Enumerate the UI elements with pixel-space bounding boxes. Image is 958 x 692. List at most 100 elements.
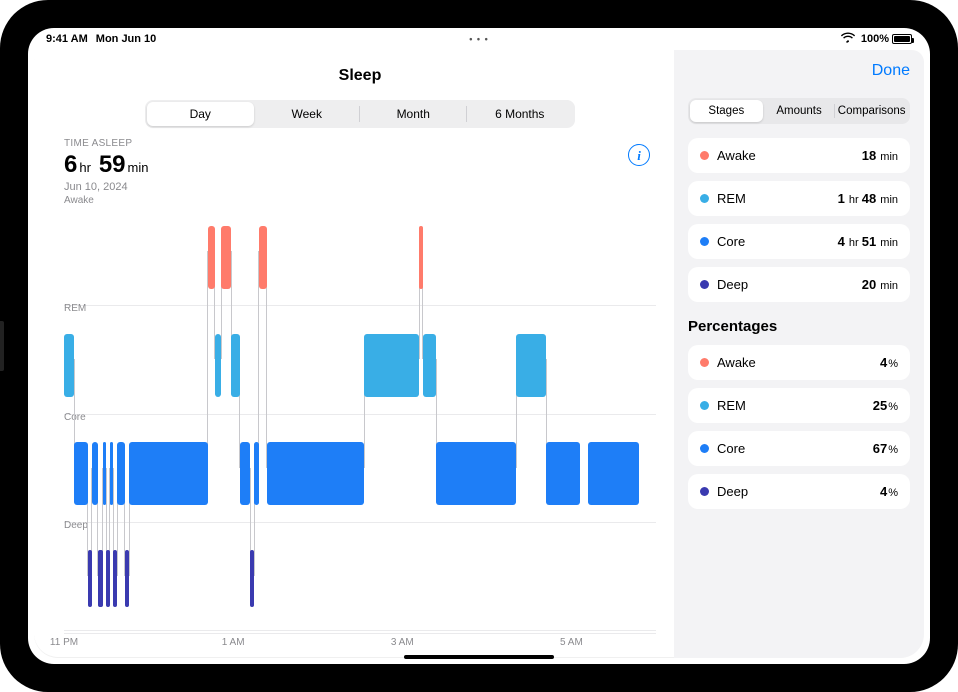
sleep-segment-awake[interactable] bbox=[221, 226, 231, 289]
stage-name: Deep bbox=[717, 484, 748, 499]
status-bar: 9:41 AM Mon Jun 10 • • • 100% bbox=[28, 28, 930, 50]
stage-row-deep[interactable]: Deep 4% bbox=[688, 474, 910, 509]
lane-label-awake: Awake bbox=[64, 195, 94, 206]
stage-row-rem[interactable]: REM 1 hr 48 min bbox=[688, 181, 910, 216]
stage-value: 20 min bbox=[862, 277, 898, 292]
device-side-button bbox=[0, 321, 4, 371]
sleep-segment-core[interactable] bbox=[110, 442, 113, 505]
sleep-segment-awake[interactable] bbox=[419, 226, 422, 289]
sidebar-tab-stages[interactable]: Stages bbox=[690, 100, 763, 122]
sleep-segment-core[interactable] bbox=[92, 442, 98, 505]
sleep-segment-core[interactable] bbox=[103, 442, 106, 505]
x-tick-label: 11 PM bbox=[50, 637, 78, 648]
home-indicator[interactable] bbox=[404, 655, 554, 659]
stage-color-dot bbox=[700, 151, 709, 160]
stage-value: 4 hr 51 min bbox=[838, 234, 898, 249]
summary-date: Jun 10, 2024 bbox=[64, 181, 656, 193]
page-title: Sleep bbox=[339, 67, 382, 85]
sleep-segment-rem[interactable] bbox=[215, 334, 222, 397]
sleep-segment-deep[interactable] bbox=[106, 550, 109, 607]
stage-color-dot bbox=[700, 401, 709, 410]
main-panel: Sleep DayWeekMonth6 Months TIME ASLEEP 6… bbox=[34, 50, 674, 658]
stage-row-rem[interactable]: REM 25% bbox=[688, 388, 910, 423]
stage-value: 18 min bbox=[862, 148, 898, 163]
stage-name: Awake bbox=[717, 355, 756, 370]
stage-row-awake[interactable]: Awake 18 min bbox=[688, 138, 910, 173]
stage-name: REM bbox=[717, 398, 746, 413]
sleep-segment-awake[interactable] bbox=[259, 226, 267, 289]
ipad-frame: 9:41 AM Mon Jun 10 • • • 100% Sleep bbox=[0, 0, 958, 692]
sleep-segment-deep[interactable] bbox=[250, 550, 254, 607]
stage-row-core[interactable]: Core 4 hr 51 min bbox=[688, 224, 910, 259]
summary-block: TIME ASLEEP 6hr 59min Jun 10, 2024 i bbox=[64, 138, 656, 193]
screen: 9:41 AM Mon Jun 10 • • • 100% Sleep bbox=[28, 28, 930, 664]
sleep-segment-core[interactable] bbox=[267, 442, 364, 505]
stage-row-core[interactable]: Core 67% bbox=[688, 431, 910, 466]
sleep-segment-deep[interactable] bbox=[113, 550, 117, 607]
stage-color-dot bbox=[700, 194, 709, 203]
sidebar-segmented[interactable]: StagesAmountsComparisons bbox=[688, 98, 910, 124]
stage-percent: 25% bbox=[873, 398, 898, 413]
stage-durations-list: Awake 18 min REM 1 hr 48 min Core 4 hr 51 min… bbox=[688, 138, 910, 302]
stage-color-dot bbox=[700, 237, 709, 246]
sleep-segment-rem[interactable] bbox=[231, 334, 239, 397]
sidebar-tab-amounts[interactable]: Amounts bbox=[763, 100, 836, 122]
lane-label-core: Core bbox=[64, 412, 86, 423]
lane-label-deep: Deep bbox=[64, 520, 88, 531]
stage-row-deep[interactable]: Deep 20 min bbox=[688, 267, 910, 302]
sleep-segment-awake[interactable] bbox=[208, 226, 215, 289]
stage-row-awake[interactable]: Awake 4% bbox=[688, 345, 910, 380]
sleep-segment-core[interactable] bbox=[74, 442, 88, 505]
sleep-segment-rem[interactable] bbox=[364, 334, 419, 397]
status-date: Mon Jun 10 bbox=[96, 33, 157, 45]
percentages-header: Percentages bbox=[688, 318, 910, 335]
summary-value: 6hr 59min bbox=[64, 151, 656, 179]
sleep-segment-rem[interactable] bbox=[64, 334, 74, 397]
stage-color-dot bbox=[700, 444, 709, 453]
stage-percent: 4% bbox=[880, 484, 898, 499]
sleep-segment-core[interactable] bbox=[117, 442, 125, 505]
sleep-segment-deep[interactable] bbox=[98, 550, 103, 607]
x-tick-label: 3 AM bbox=[391, 637, 414, 648]
lane-label-rem: REM bbox=[64, 303, 86, 314]
stage-percentages-list: Awake 4% REM 25% Core 67% Deep 4% bbox=[688, 345, 910, 509]
multitask-dots-icon[interactable]: • • • bbox=[469, 34, 488, 44]
sleep-segment-core[interactable] bbox=[240, 442, 250, 505]
stage-value: 1 hr 48 min bbox=[838, 191, 898, 206]
sleep-segment-core[interactable] bbox=[588, 442, 639, 505]
done-button[interactable]: Done bbox=[872, 62, 910, 80]
battery-percent: 100% bbox=[861, 33, 889, 45]
sleep-segment-core[interactable] bbox=[436, 442, 516, 505]
sidebar-tab-comparisons[interactable]: Comparisons bbox=[835, 100, 908, 122]
range-tab-month[interactable]: Month bbox=[360, 102, 467, 126]
battery-indicator: 100% bbox=[861, 33, 912, 45]
stage-name: Core bbox=[717, 234, 745, 249]
info-icon[interactable]: i bbox=[628, 144, 650, 166]
sleep-stage-chart[interactable]: AwakeREMCoreDeep11 PM1 AM3 AM5 AM bbox=[64, 197, 656, 648]
sleep-segment-core[interactable] bbox=[254, 442, 258, 505]
time-range-segmented[interactable]: DayWeekMonth6 Months bbox=[145, 100, 575, 128]
sleep-segment-deep[interactable] bbox=[88, 550, 92, 607]
range-tab-day[interactable]: Day bbox=[147, 102, 254, 126]
sleep-segment-core[interactable] bbox=[129, 442, 208, 505]
stage-name: Core bbox=[717, 441, 745, 456]
stage-color-dot bbox=[700, 487, 709, 496]
stage-name: Deep bbox=[717, 277, 748, 292]
sleep-segment-deep[interactable] bbox=[125, 550, 129, 607]
sleep-segment-rem[interactable] bbox=[423, 334, 437, 397]
stage-name: REM bbox=[717, 191, 746, 206]
stage-name: Awake bbox=[717, 148, 756, 163]
wifi-icon bbox=[841, 34, 855, 44]
sleep-segment-core[interactable] bbox=[546, 442, 580, 505]
x-tick-label: 5 AM bbox=[560, 637, 583, 648]
range-tab-6-months[interactable]: 6 Months bbox=[467, 102, 574, 126]
stage-color-dot bbox=[700, 358, 709, 367]
x-tick-label: 1 AM bbox=[222, 637, 245, 648]
range-tab-week[interactable]: Week bbox=[254, 102, 361, 126]
summary-label: TIME ASLEEP bbox=[64, 138, 656, 149]
sleep-segment-rem[interactable] bbox=[516, 334, 546, 397]
stage-percent: 67% bbox=[873, 441, 898, 456]
sidebar: Done StagesAmountsComparisons Awake 18 mi… bbox=[674, 50, 924, 658]
stage-percent: 4% bbox=[880, 355, 898, 370]
status-time: 9:41 AM bbox=[46, 33, 88, 45]
